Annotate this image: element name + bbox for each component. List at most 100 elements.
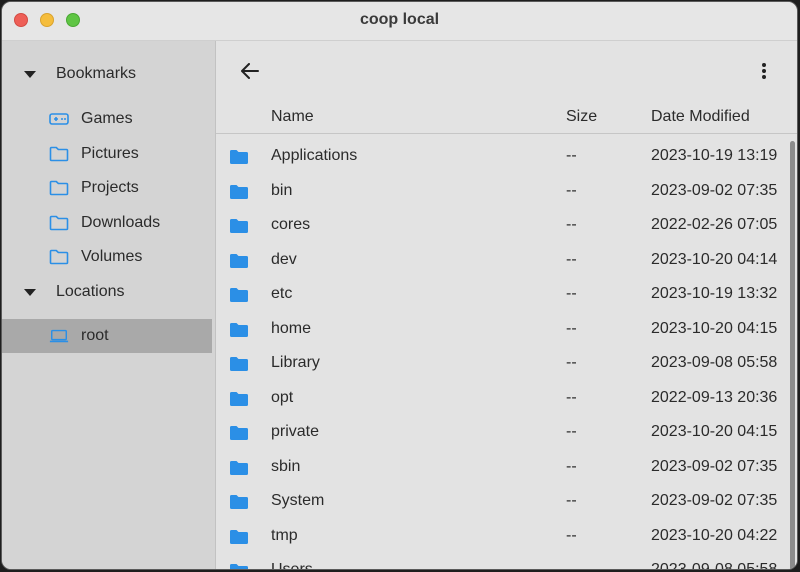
- sidebar-item-label: root: [81, 327, 109, 344]
- file-date-modified: 2022-02-26 07:05: [651, 216, 778, 233]
- more-options-button[interactable]: [757, 59, 771, 83]
- file-date-modified: 2022-09-13 20:36: [651, 388, 778, 406]
- file-size: --: [566, 423, 577, 440]
- folder-icon: [229, 494, 249, 510]
- file-date-modified: 2023-10-19 13:32: [651, 285, 778, 302]
- file-manager-window: coop local Bookmarks Games Pictures Projec…: [1, 1, 798, 570]
- sidebar-item-label: Games: [81, 110, 133, 127]
- column-size-header[interactable]: Size: [566, 108, 597, 126]
- arrow-left-icon: [241, 63, 259, 79]
- file-size: --: [566, 181, 577, 199]
- file-row[interactable]: Users -- 2023-09-08 05:58: [216, 553, 783, 570]
- locations-label: Locations: [56, 283, 125, 300]
- file-size: --: [566, 216, 577, 233]
- folder-icon: [49, 180, 69, 196]
- file-size: --: [566, 457, 577, 475]
- back-button[interactable]: [238, 59, 262, 83]
- laptop-icon: [49, 328, 69, 344]
- file-row[interactable]: opt -- 2022-09-13 20:36: [216, 381, 783, 415]
- sidebar-item-root[interactable]: root: [2, 319, 212, 353]
- file-date-modified: 2023-10-20 04:15: [651, 423, 778, 440]
- file-name: System: [271, 492, 325, 509]
- sidebar-item-games[interactable]: Games: [2, 102, 212, 136]
- sidebar-item-label: Downloads: [81, 213, 161, 231]
- locations-section-header[interactable]: Locations: [2, 276, 215, 308]
- file-row[interactable]: Library -- 2023-09-08 05:58: [216, 346, 783, 380]
- file-date-modified: 2023-10-19 13:19: [651, 147, 778, 164]
- file-date-modified: 2023-09-02 07:35: [651, 181, 778, 199]
- folder-icon: [49, 249, 69, 265]
- sidebar-item-downloads[interactable]: Downloads: [2, 206, 212, 240]
- file-name: dev: [271, 250, 297, 268]
- file-size: --: [566, 147, 577, 164]
- folder-icon: [229, 184, 249, 200]
- folder-icon: [229, 460, 249, 476]
- caret-down-icon: [24, 70, 36, 78]
- kebab-menu-icon: [762, 63, 766, 79]
- sidebar: Bookmarks Games Pictures Projects Downloads…: [2, 41, 216, 569]
- file-date-modified: 2023-10-20 04:14: [651, 250, 778, 268]
- file-size: --: [566, 250, 577, 268]
- file-name: private: [271, 423, 320, 440]
- folder-icon: [229, 149, 249, 165]
- file-row[interactable]: System -- 2023-09-02 07:35: [216, 484, 783, 518]
- folder-icon: [229, 253, 249, 269]
- file-name: etc: [271, 285, 293, 302]
- folder-icon: [229, 356, 249, 372]
- file-name: Users: [271, 561, 313, 570]
- file-size: --: [566, 526, 577, 544]
- file-row[interactable]: home -- 2023-10-20 04:15: [216, 312, 783, 346]
- file-size: --: [566, 319, 577, 337]
- file-name: tmp: [271, 526, 298, 544]
- file-size: --: [566, 492, 577, 509]
- bookmarks-label: Bookmarks: [56, 65, 137, 82]
- sidebar-item-volumes[interactable]: Volumes: [2, 240, 212, 274]
- folder-icon: [49, 215, 69, 231]
- folder-icon: [229, 322, 249, 338]
- column-name-header[interactable]: Name: [271, 108, 314, 126]
- file-row[interactable]: bin -- 2023-09-02 07:35: [216, 174, 783, 208]
- file-name: Applications: [271, 147, 358, 164]
- column-date-header[interactable]: Date Modified: [651, 108, 750, 126]
- file-size: --: [566, 285, 577, 302]
- file-name: home: [271, 319, 312, 337]
- vertical-scrollbar[interactable]: [790, 141, 795, 569]
- folder-icon: [229, 391, 249, 407]
- file-row[interactable]: sbin -- 2023-09-02 07:35: [216, 450, 783, 484]
- folder-icon: [229, 529, 249, 545]
- file-name: opt: [271, 388, 294, 406]
- file-name: cores: [271, 216, 311, 233]
- file-row[interactable]: private -- 2023-10-20 04:15: [216, 415, 783, 449]
- folder-icon: [229, 287, 249, 303]
- file-row[interactable]: etc -- 2023-10-19 13:32: [216, 277, 783, 311]
- bookmarks-section-header[interactable]: Bookmarks: [2, 58, 215, 90]
- sidebar-item-projects[interactable]: Projects: [2, 171, 212, 205]
- file-browser-pane: Name Size Date Modified Applications -- 20…: [216, 41, 797, 569]
- file-name: sbin: [271, 457, 301, 475]
- file-size: --: [566, 354, 577, 371]
- file-size: --: [566, 561, 577, 570]
- file-row[interactable]: tmp -- 2023-10-20 04:22: [216, 519, 783, 553]
- file-row[interactable]: cores -- 2022-02-26 07:05: [216, 208, 783, 242]
- title-bar[interactable]: coop local: [2, 2, 797, 41]
- file-date-modified: 2023-09-02 07:35: [651, 457, 778, 475]
- file-date-modified: 2023-09-08 05:58: [651, 354, 778, 371]
- folder-icon: [229, 218, 249, 234]
- file-date-modified: 2023-10-20 04:22: [651, 526, 778, 544]
- folder-icon: [49, 146, 69, 162]
- sidebar-item-pictures[interactable]: Pictures: [2, 137, 212, 171]
- file-row[interactable]: Applications -- 2023-10-19 13:19: [216, 139, 783, 173]
- file-date-modified: 2023-10-20 04:15: [651, 319, 778, 337]
- file-date-modified: 2023-09-02 07:35: [651, 492, 778, 509]
- file-name: Library: [271, 354, 320, 371]
- folder-icon: [229, 563, 249, 569]
- file-row[interactable]: dev -- 2023-10-20 04:14: [216, 243, 783, 277]
- sidebar-item-label: Volumes: [81, 248, 143, 265]
- window-title: coop local: [359, 11, 440, 28]
- caret-down-icon: [24, 288, 36, 296]
- folder-icon: [229, 425, 249, 441]
- file-size: --: [566, 388, 577, 406]
- column-header-row: Name Size Date Modified: [216, 105, 797, 134]
- sidebar-item-label: Pictures: [81, 144, 139, 162]
- file-name: bin: [271, 181, 293, 199]
